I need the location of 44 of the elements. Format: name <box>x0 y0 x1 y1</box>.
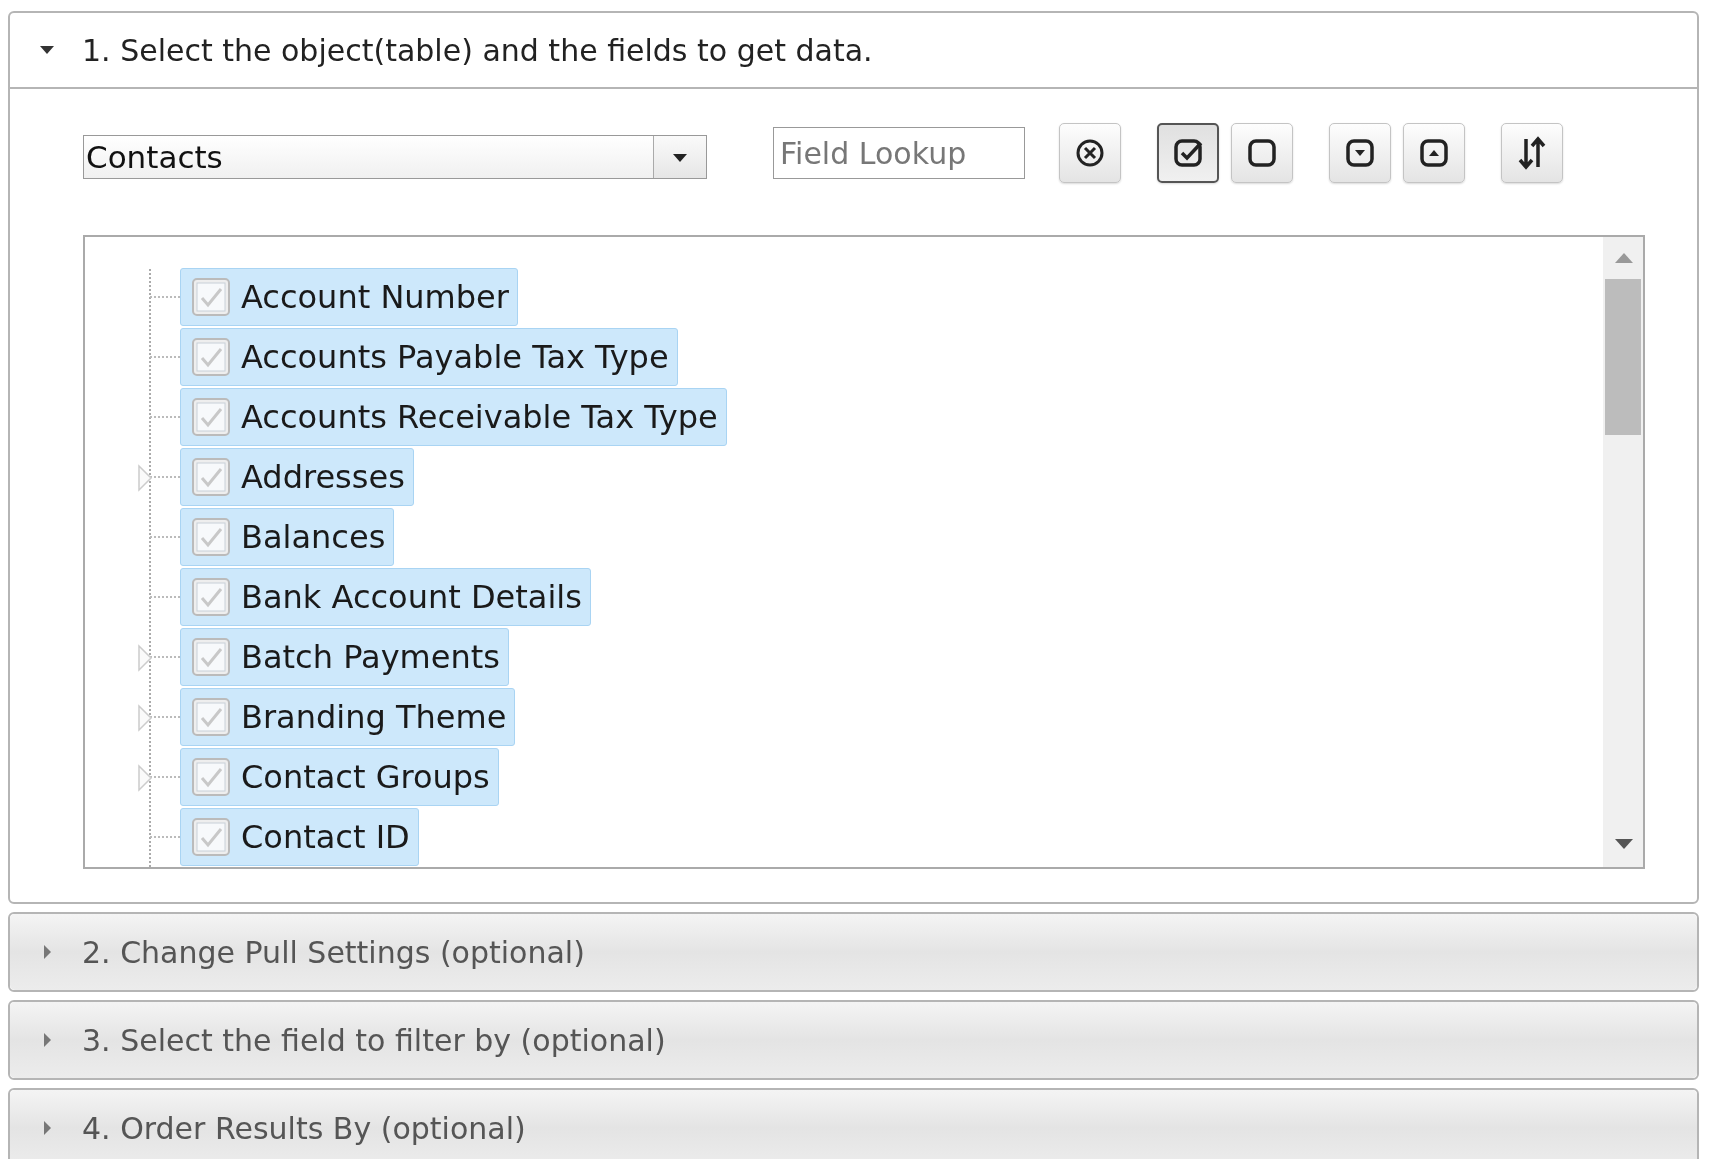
checkbox-empty-icon <box>1245 136 1279 170</box>
checkbox-empty-button[interactable] <box>1231 123 1293 183</box>
tree-item[interactable]: Contact ID <box>180 808 419 866</box>
scrollbar[interactable] <box>1603 237 1643 867</box>
checkbox[interactable] <box>191 397 231 437</box>
section-title[interactable]: 4. Order Results By (optional) <box>82 1110 526 1146</box>
caret-down-box-button[interactable] <box>1329 123 1391 183</box>
checkbox-checked-button[interactable] <box>1157 123 1219 183</box>
tree-item[interactable]: Accounts Payable Tax Type <box>180 328 678 386</box>
tree-item[interactable]: Account Number <box>180 268 518 326</box>
tree-item[interactable]: Contact Groups <box>180 748 499 806</box>
scrollbar-thumb[interactable] <box>1605 279 1641 435</box>
tree-item[interactable]: Branding Theme <box>180 688 516 746</box>
expand-arrow-icon[interactable] <box>137 644 153 672</box>
expand-arrow-icon[interactable] <box>137 704 153 732</box>
checkbox[interactable] <box>191 697 231 737</box>
scroll-up-icon[interactable] <box>1615 253 1633 263</box>
tree-item[interactable]: Batch Payments <box>180 628 509 686</box>
checkbox[interactable] <box>191 577 231 617</box>
tree-item[interactable]: Addresses <box>180 448 414 506</box>
tree-item[interactable]: Balances <box>180 508 395 566</box>
section-title[interactable]: 2. Change Pull Settings (optional) <box>82 934 585 970</box>
checkbox[interactable] <box>191 337 231 377</box>
clear-button[interactable] <box>1059 123 1121 183</box>
checkbox[interactable] <box>191 757 231 797</box>
object-dropdown[interactable]: Contacts <box>83 135 707 179</box>
sort-arrows-button[interactable] <box>1501 123 1563 183</box>
expand-arrow-icon[interactable] <box>137 464 153 492</box>
checkbox[interactable] <box>191 817 231 857</box>
caret-up-box-icon <box>1417 136 1451 170</box>
search-field[interactable]: Field Lookup <box>773 127 1025 179</box>
section-title[interactable]: 3. Select the field to filter by (optional) <box>82 1022 666 1058</box>
tree-item[interactable]: Accounts Receivable Tax Type <box>180 388 727 446</box>
expand-arrow-icon[interactable] <box>137 764 153 792</box>
checkbox[interactable] <box>191 277 231 317</box>
caret-up-box-button[interactable] <box>1403 123 1465 183</box>
checkbox-checked-icon <box>1171 136 1205 170</box>
tree-item[interactable]: Bank Account Details <box>180 568 591 626</box>
checkbox[interactable] <box>191 637 231 677</box>
scroll-down-icon[interactable] <box>1615 839 1633 849</box>
checkbox[interactable] <box>191 457 231 497</box>
caret-down-box-icon <box>1343 136 1377 170</box>
checkbox[interactable] <box>191 517 231 557</box>
section-title[interactable]: 1. Select the object(table) and the fields to get data. <box>82 32 873 68</box>
